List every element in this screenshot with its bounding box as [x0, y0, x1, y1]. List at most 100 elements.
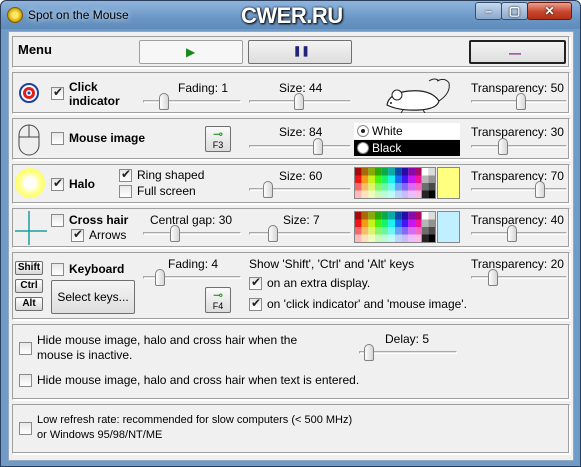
extra-display-checkbox[interactable]: [249, 275, 262, 290]
low-refresh-label-2: or Windows 95/98/NT/ME: [37, 429, 163, 441]
pin-icon: ⊸: [212, 127, 224, 141]
cross-hair-color-palette[interactable]: [354, 211, 436, 243]
mouse-drawing-icon: [386, 78, 450, 113]
on-click-indicator-checkbox[interactable]: [249, 296, 262, 311]
transparency-slider-thumb[interactable]: [535, 181, 545, 198]
transparency-slider-thumb[interactable]: [488, 269, 498, 286]
f4-hotkey-button[interactable]: ⊸ F4: [205, 287, 231, 313]
transparency-label: Transparency: 30: [471, 125, 564, 139]
white-radio[interactable]: [357, 125, 369, 137]
on-click-indicator-label: on 'click indicator' and 'mouse image'.: [267, 297, 467, 311]
halo-color-swatch[interactable]: [437, 167, 460, 199]
transparency-slider-thumb[interactable]: [507, 225, 517, 242]
transparency-slider-track[interactable]: [471, 145, 567, 148]
fading-label: Fading: 1: [178, 81, 229, 95]
central-gap-slider-track[interactable]: [143, 232, 241, 235]
keyboard-section: Shift Ctrl Alt Keyboard Select keys... F…: [12, 252, 570, 320]
app-window: Spot on the Mouse CWER.RU – ▢ ✕ Menu ▶ ❚…: [0, 0, 581, 467]
transparency-slider-track[interactable]: [471, 276, 567, 279]
central-gap-slider-thumb[interactable]: [170, 225, 180, 242]
size-slider-thumb[interactable]: [313, 138, 323, 155]
fading-slider-track[interactable]: [143, 100, 241, 103]
low-refresh-checkbox[interactable]: [19, 422, 32, 435]
mouse-image-checkbox[interactable]: [51, 132, 64, 145]
cross-hair-checkbox[interactable]: [51, 214, 64, 227]
hide-inactive-checkbox[interactable]: [19, 342, 32, 355]
transparency-slider-track[interactable]: [471, 232, 567, 235]
cross-hair-color-swatch[interactable]: [437, 211, 460, 243]
mouse-image-label: Mouse image: [69, 131, 146, 145]
halo-color-palette[interactable]: [354, 167, 436, 199]
ring-shaped-label: Ring shaped: [137, 168, 205, 182]
close-window-button[interactable]: ✕: [527, 2, 572, 20]
f4-key-label: F4: [212, 301, 224, 311]
title-bar[interactable]: Spot on the Mouse CWER.RU – ▢ ✕: [1, 1, 580, 29]
hide-inactive-label-1: Hide mouse image, halo and cross hair wh…: [37, 333, 298, 347]
select-keys-button[interactable]: Select keys...: [51, 280, 135, 314]
transparency-slider-thumb[interactable]: [516, 93, 526, 110]
play-button[interactable]: ▶: [139, 40, 243, 64]
f3-hotkey-button[interactable]: ⊸ F3: [205, 126, 231, 152]
fading-slider-thumb[interactable]: [159, 93, 169, 110]
hide-text-entered-checkbox[interactable]: [19, 374, 32, 387]
maximize-icon: ▢: [508, 4, 521, 18]
ctrl-key-icon: Ctrl: [15, 279, 43, 293]
delay-label: Delay: 5: [385, 332, 430, 346]
crosshair-icon: [15, 211, 47, 245]
keyboard-checkbox[interactable]: [51, 263, 64, 276]
hide-options-section: Hide mouse image, halo and cross hair wh…: [12, 324, 570, 400]
alt-key-icon: Alt: [15, 297, 43, 311]
halo-icon: [15, 168, 45, 198]
size-slider-thumb[interactable]: [263, 181, 273, 198]
central-gap-label: Central gap: 30: [150, 213, 233, 227]
transparency-label: Transparency: 40: [471, 213, 564, 227]
extra-display-label: on an extra display.: [267, 276, 371, 290]
size-label: Size: 7: [283, 213, 320, 227]
color-black-option[interactable]: Black: [354, 140, 460, 156]
color-white-option[interactable]: White: [354, 123, 460, 139]
size-label: Size: 60: [279, 169, 323, 183]
halo-section: Halo Ring shaped Full screen Size: 60 Tr…: [12, 164, 570, 204]
pause-button[interactable]: ❚❚: [248, 40, 352, 64]
fading-label: Fading: 4: [168, 257, 219, 271]
cross-hair-label: Cross hair: [69, 213, 129, 227]
arrows-checkbox[interactable]: [71, 227, 84, 242]
click-indicator-section: Click indicator Fading: 1 Size: 44 Trans…: [12, 72, 570, 114]
watermark-logo: CWER.RU: [241, 3, 343, 28]
minimize-window-button[interactable]: –: [475, 2, 502, 20]
black-label: Black: [372, 141, 402, 155]
close-icon: ✕: [544, 4, 555, 18]
window-title: Spot on the Mouse: [28, 8, 129, 22]
size-slider-thumb[interactable]: [294, 93, 304, 110]
play-icon: ▶: [186, 45, 196, 59]
ring-shaped-checkbox[interactable]: [119, 167, 132, 182]
click-indicator-checkbox[interactable]: [51, 85, 64, 100]
size-slider-track[interactable]: [249, 232, 351, 235]
menu-section: Menu ▶ ❚❚ —: [12, 36, 570, 68]
app-icon[interactable]: [7, 7, 23, 23]
target-icon: [19, 83, 39, 103]
full-screen-checkbox[interactable]: [119, 185, 132, 198]
fading-slider-thumb[interactable]: [155, 269, 165, 286]
transparency-slider-thumb[interactable]: [498, 138, 508, 155]
halo-checkbox[interactable]: [51, 176, 64, 191]
size-slider-track[interactable]: [249, 145, 351, 148]
transparency-slider-track[interactable]: [471, 188, 567, 191]
hide-inactive-label-2: mouse is inactive.: [37, 348, 133, 362]
transparency-label: Transparency: 70: [471, 169, 564, 183]
transparency-label: Transparency: 20: [471, 257, 564, 271]
click-indicator-label-2: indicator: [69, 94, 120, 108]
halo-label: Halo: [69, 177, 96, 191]
hide-text-entered-label: Hide mouse image, halo and cross hair wh…: [37, 373, 360, 387]
show-keys-label: Show 'Shift', 'Ctrl' and 'Alt' keys: [249, 257, 415, 271]
minimize-to-tray-button[interactable]: —: [469, 40, 566, 64]
delay-slider-thumb[interactable]: [364, 344, 374, 361]
arrows-label: Arrows: [89, 228, 127, 242]
keyboard-label: Keyboard: [69, 262, 125, 276]
maximize-window-button[interactable]: ▢: [501, 2, 528, 20]
black-radio[interactable]: [357, 142, 369, 154]
full-screen-label: Full screen: [137, 184, 196, 198]
pause-icon: ❚❚: [293, 46, 310, 57]
size-slider-thumb[interactable]: [268, 225, 278, 242]
low-refresh-label-1: Low refresh rate: recommended for slow c…: [37, 414, 353, 426]
